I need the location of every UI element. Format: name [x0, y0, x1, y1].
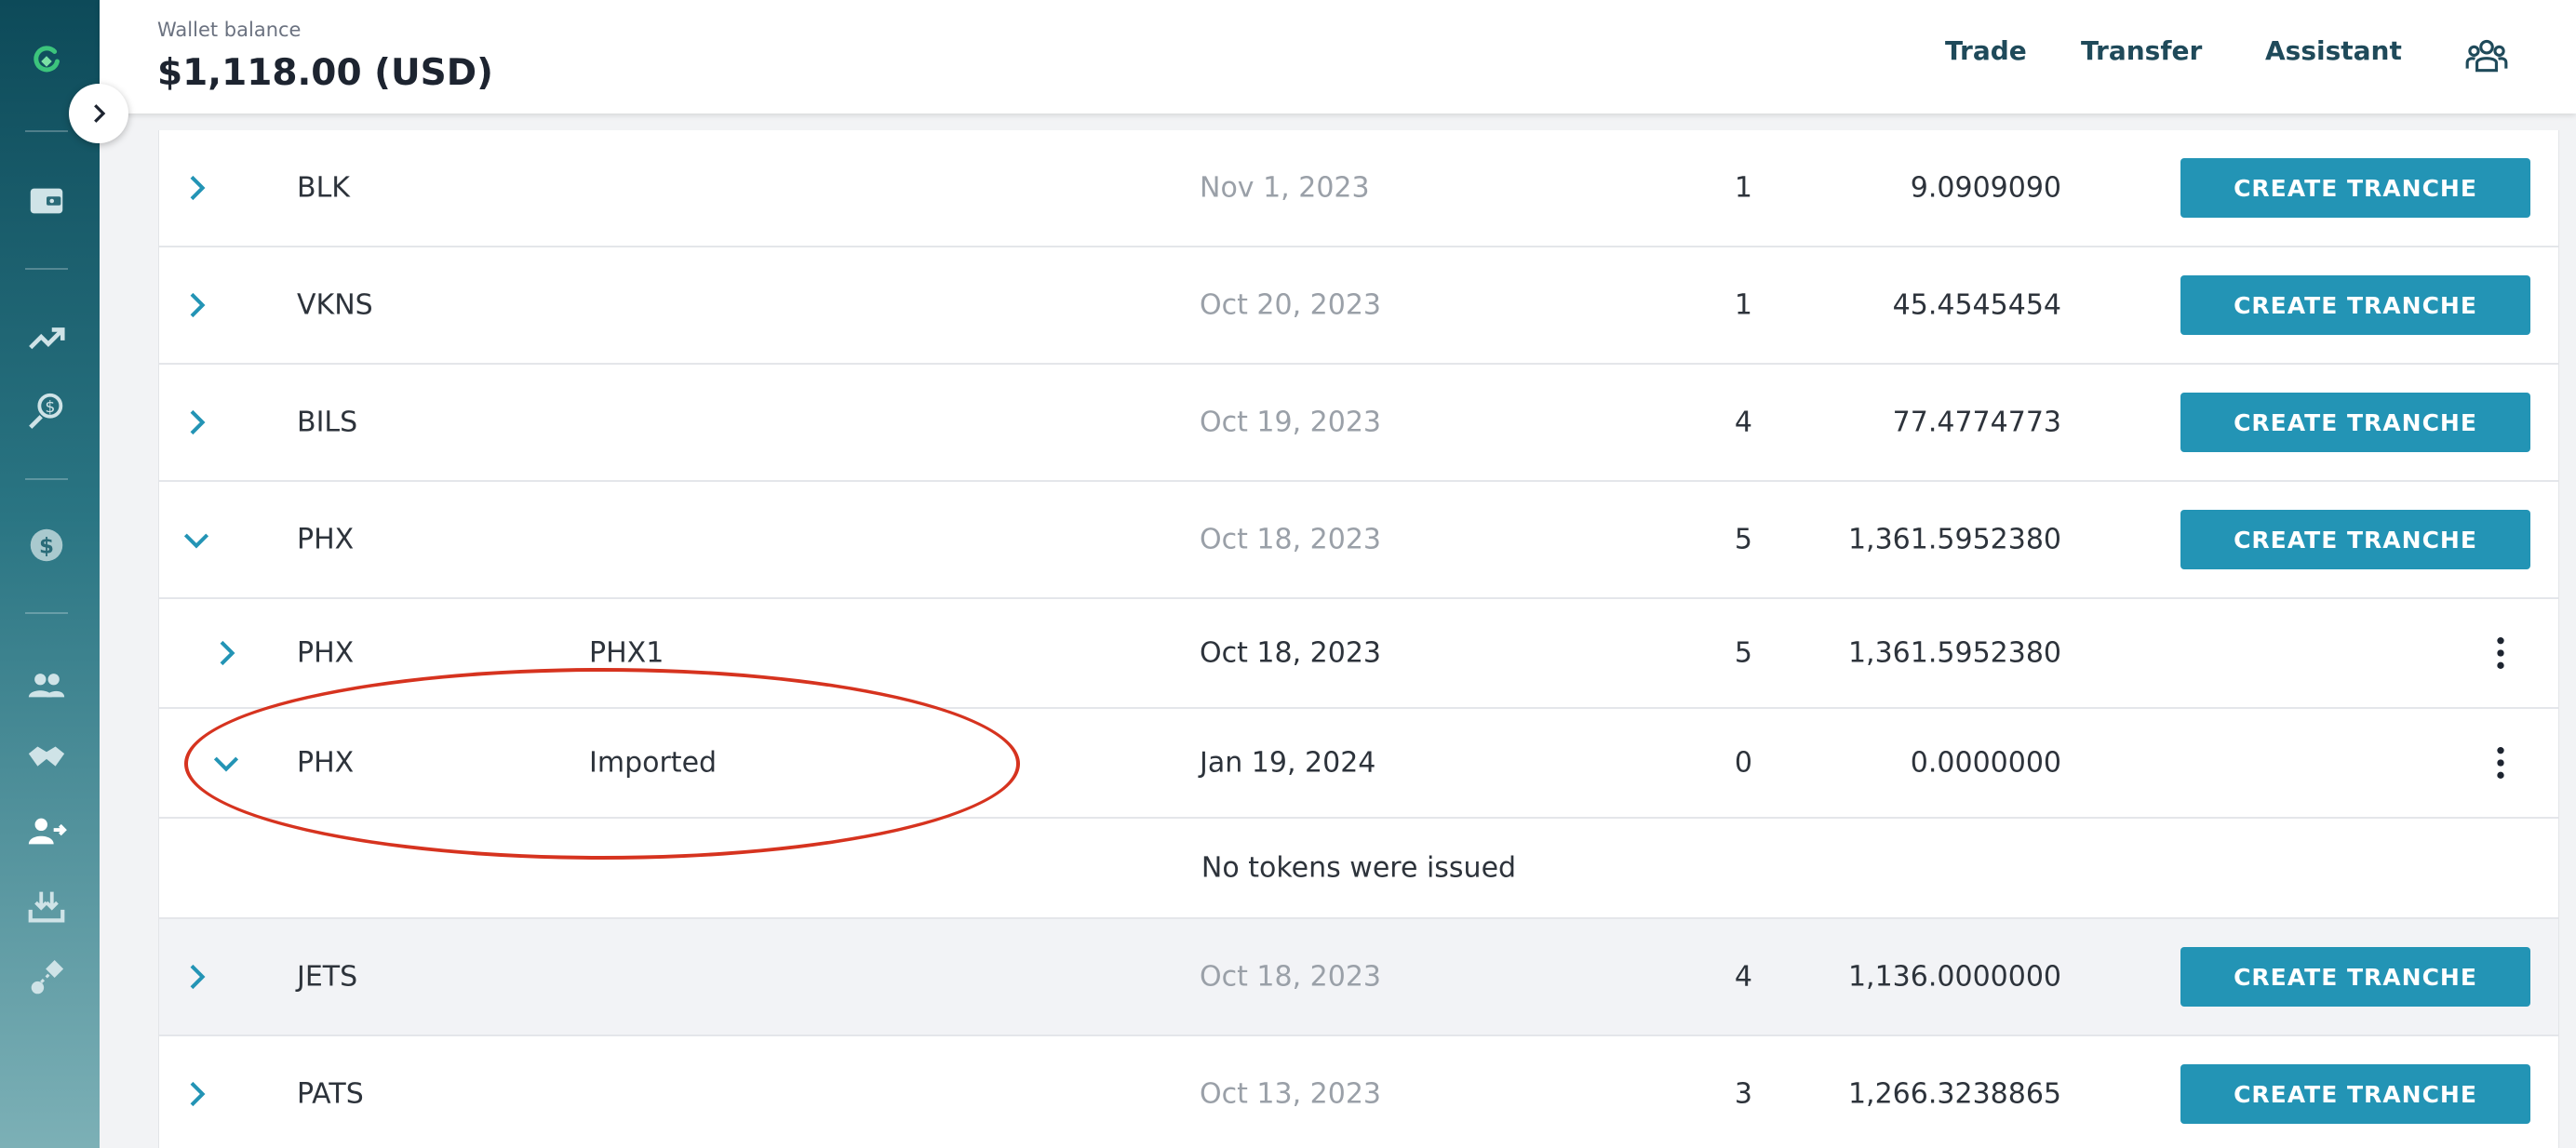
wallet-balance-label: Wallet balance — [157, 19, 302, 41]
table-row[interactable]: PHX Oct 18, 2023 5 1,361.5952380 CREATE … — [159, 482, 2558, 599]
token-date: Oct 18, 2023 — [1200, 523, 1381, 556]
token-date: Oct 13, 2023 — [1200, 1077, 1381, 1111]
tranche-amount: 0.0000000 — [1910, 746, 2061, 780]
chevron-right-icon[interactable] — [178, 287, 215, 324]
nav-trade[interactable]: Trade — [1945, 35, 2027, 66]
people-icon[interactable] — [22, 661, 71, 709]
team-icon[interactable] — [2463, 32, 2510, 78]
table-row[interactable]: BLK Nov 1, 2023 1 9.0909090 CREATE TRANC… — [159, 130, 2558, 247]
token-symbol: BILS — [297, 406, 358, 439]
tranche-count: 1 — [1734, 171, 1752, 205]
tranche-name: PHX1 — [589, 636, 664, 670]
chevron-down-icon[interactable] — [208, 744, 245, 781]
shapes-icon[interactable] — [22, 954, 71, 1003]
token-date: Nov 1, 2023 — [1200, 171, 1370, 205]
tranche-symbol: PHX — [297, 636, 355, 670]
tranche-count: 4 — [1734, 960, 1752, 994]
tranche-date: Oct 18, 2023 — [1200, 636, 1381, 670]
chevron-down-icon[interactable] — [178, 521, 215, 558]
token-symbol: JETS — [297, 960, 358, 994]
tranche-row[interactable]: PHX PHX1 Oct 18, 2023 5 1,361.5952380 — [159, 599, 2558, 709]
create-tranche-button[interactable]: CREATE TRANCHE — [2180, 1064, 2530, 1124]
empty-state-row: No tokens were issued — [159, 819, 2558, 919]
token-amount: 77.4774773 — [1892, 406, 2061, 439]
top-header: Wallet balance $1,118.00 (USD) Trade Tra… — [100, 0, 2576, 113]
tranche-date: Jan 19, 2024 — [1200, 746, 1376, 780]
nav-transfer[interactable]: Transfer — [2081, 35, 2202, 66]
tranche-amount: 1,361.5952380 — [1847, 636, 2061, 670]
more-vertical-icon[interactable] — [2489, 634, 2512, 672]
download-tray-icon[interactable] — [22, 882, 71, 930]
tranche-count: 3 — [1734, 1077, 1752, 1111]
create-tranche-button[interactable]: CREATE TRANCHE — [2180, 393, 2530, 452]
dollar-hand-icon[interactable]: $ — [22, 387, 71, 435]
handshake-icon[interactable] — [22, 733, 71, 781]
token-amount: 9.0909090 — [1910, 171, 2061, 205]
token-date: Oct 18, 2023 — [1200, 960, 1381, 994]
more-vertical-icon[interactable] — [2489, 744, 2512, 781]
logo-icon[interactable] — [22, 37, 71, 86]
dollar-circle-icon[interactable]: $ — [22, 521, 71, 569]
table-row[interactable]: VKNS Oct 20, 2023 1 45.4545454 CREATE TR… — [159, 247, 2558, 365]
create-tranche-button[interactable]: CREATE TRANCHE — [2180, 947, 2530, 1007]
tranche-symbol: PHX — [297, 746, 355, 780]
chevron-right-icon[interactable] — [178, 958, 215, 995]
token-date: Oct 20, 2023 — [1200, 288, 1381, 322]
svg-text:$: $ — [39, 535, 54, 559]
token-amount: 1,136.0000000 — [1847, 960, 2061, 994]
trending-up-icon[interactable] — [22, 314, 71, 363]
table-row[interactable]: PATS Oct 13, 2023 3 1,266.3238865 CREATE… — [159, 1036, 2558, 1148]
wallet-balance-value: $1,118.00 (USD) — [157, 52, 493, 94]
person-arrow-icon[interactable] — [22, 808, 71, 856]
tranche-name: Imported — [589, 746, 718, 780]
chevron-right-icon — [94, 104, 106, 123]
token-amount: 1,361.5952380 — [1847, 523, 2061, 556]
token-symbol: VKNS — [297, 288, 373, 322]
token-symbol: PATS — [297, 1077, 364, 1111]
chevron-right-icon[interactable] — [208, 634, 245, 672]
sidebar-expand-button[interactable] — [69, 84, 128, 143]
token-date: Oct 19, 2023 — [1200, 406, 1381, 439]
token-amount: 1,266.3238865 — [1847, 1077, 2061, 1111]
nav-assistant[interactable]: Assistant — [2265, 35, 2402, 66]
create-tranche-button[interactable]: CREATE TRANCHE — [2180, 158, 2530, 218]
svg-text:$: $ — [45, 398, 55, 417]
create-tranche-button[interactable]: CREATE TRANCHE — [2180, 510, 2530, 569]
tranche-count: 1 — [1734, 288, 1752, 322]
sidebar: $ $ — [0, 0, 100, 1148]
wallet-icon[interactable] — [22, 177, 71, 225]
create-tranche-button[interactable]: CREATE TRANCHE — [2180, 275, 2530, 335]
tranche-count: 5 — [1734, 523, 1752, 556]
chevron-right-icon[interactable] — [178, 404, 215, 441]
empty-state-message: No tokens were issued — [1201, 851, 1517, 885]
table-row[interactable]: BILS Oct 19, 2023 4 77.4774773 CREATE TR… — [159, 365, 2558, 482]
tranche-count: 5 — [1734, 636, 1752, 670]
tranche-count: 0 — [1734, 746, 1752, 780]
token-table: BLK Nov 1, 2023 1 9.0909090 CREATE TRANC… — [158, 130, 2559, 1148]
tranche-count: 4 — [1734, 406, 1752, 439]
tranche-row[interactable]: PHX Imported Jan 19, 2024 0 0.0000000 — [159, 709, 2558, 819]
token-amount: 45.4545454 — [1892, 288, 2061, 322]
token-symbol: BLK — [297, 171, 350, 205]
table-row[interactable]: JETS Oct 18, 2023 4 1,136.0000000 CREATE… — [159, 919, 2558, 1036]
token-symbol: PHX — [297, 523, 355, 556]
chevron-right-icon[interactable] — [178, 1075, 215, 1113]
chevron-right-icon[interactable] — [178, 169, 215, 207]
